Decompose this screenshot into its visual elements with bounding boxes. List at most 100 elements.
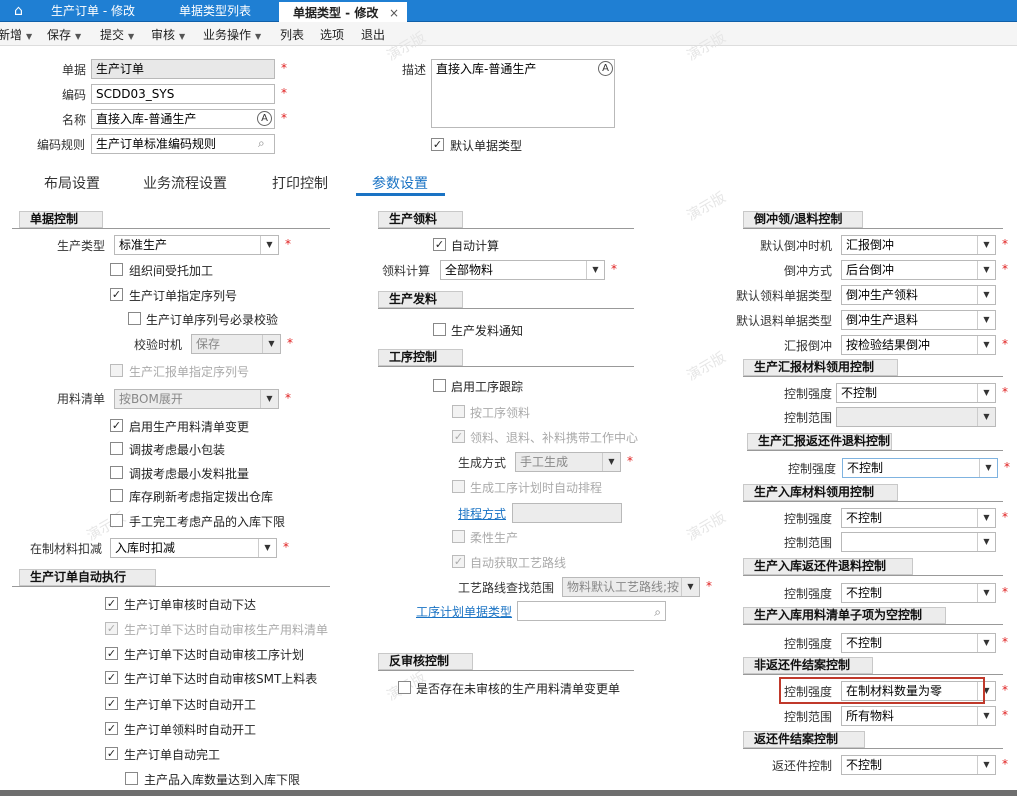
checkbox[interactable]: ✓ xyxy=(105,622,118,635)
checkbox[interactable]: ✓ xyxy=(110,288,123,301)
return-control-select[interactable]: 不控制 ▼ xyxy=(841,755,996,775)
checkbox[interactable]: ✓ xyxy=(433,238,446,251)
control-strength-select[interactable]: 不控制 ▼ xyxy=(841,633,996,653)
name-field[interactable]: 直接入库-普通生产 xyxy=(91,109,275,129)
checkbox[interactable]: ✓ xyxy=(105,671,118,684)
select-value: 不控制 xyxy=(846,511,883,525)
home-icon[interactable]: ⌂ xyxy=(0,0,37,22)
control-scope-select[interactable]: ▼ xyxy=(841,532,996,552)
control-scope-select[interactable]: 所有物料 ▼ xyxy=(841,706,996,726)
checkbox[interactable]: ✓ xyxy=(105,697,118,710)
required-mark: * xyxy=(285,237,291,251)
checkbox[interactable]: ✓ xyxy=(105,647,118,660)
tab-doc-type-list[interactable]: 单据类型列表 xyxy=(165,0,277,22)
rule-field[interactable]: 生产订单标准编码规则 xyxy=(91,134,275,154)
desc-field[interactable]: 直接入库-普通生产 xyxy=(431,59,615,128)
bizop-button[interactable]: 业务操作 ▼ xyxy=(203,26,261,43)
prod-type-value: 标准生产 xyxy=(119,238,168,252)
audit-button[interactable]: 审核 ▼ xyxy=(151,26,185,43)
tab-param[interactable]: 参数设置 xyxy=(372,173,428,193)
wip-label: 在制材料扣减 xyxy=(30,542,103,556)
tab-production-order[interactable]: 生产订单 - 修改 xyxy=(37,0,165,22)
checkbox[interactable] xyxy=(110,263,123,276)
checkbox[interactable] xyxy=(452,530,465,543)
tab-label: 单据类型 - 修改 xyxy=(293,6,379,20)
sched-mode-link[interactable]: 排程方式 xyxy=(458,505,506,522)
submit-button[interactable]: 提交 ▼ xyxy=(100,26,134,43)
required-mark: * xyxy=(1002,385,1008,399)
search-icon[interactable]: ⌕ xyxy=(258,136,265,151)
bom-select[interactable]: 按BOM展开 ▼ xyxy=(114,389,279,409)
default-return-type-select[interactable]: 倒冲生产退料 ▼ xyxy=(841,310,996,330)
checkbox[interactable] xyxy=(125,772,138,785)
tab-doc-type-edit[interactable]: 单据类型 - 修改 × xyxy=(279,0,407,22)
backflush-timing-select[interactable]: 汇报倒冲 ▼ xyxy=(841,235,996,255)
route-scope-value: 物料默认工艺路线;按 xyxy=(567,580,680,594)
checkbox[interactable]: ✓ xyxy=(452,555,465,568)
close-icon[interactable]: × xyxy=(389,2,399,24)
check-label: 柔性生产 xyxy=(470,531,519,545)
code-field[interactable]: SCDD03_SYS xyxy=(91,84,275,104)
control-scope-select[interactable]: ▼ xyxy=(836,407,996,427)
checkbox[interactable]: ✓ xyxy=(105,597,118,610)
checkbox[interactable] xyxy=(110,466,123,479)
checkbox[interactable]: ✓ xyxy=(105,722,118,735)
check-label: 自动计算 xyxy=(451,239,500,253)
checkbox[interactable]: ✓ xyxy=(452,430,465,443)
exit-button[interactable]: 退出 xyxy=(361,26,385,43)
tab-print[interactable]: 打印控制 xyxy=(272,173,328,193)
checkbox[interactable] xyxy=(110,364,123,377)
default-pick-type-select[interactable]: 倒冲生产领料 ▼ xyxy=(841,285,996,305)
checkbox[interactable] xyxy=(110,489,123,502)
list-button[interactable]: 列表 xyxy=(280,26,304,43)
checkbox[interactable]: ✓ xyxy=(105,747,118,760)
control-strength-select[interactable]: 不控制 ▼ xyxy=(836,383,996,403)
gen-mode-select[interactable]: 手工生成 ▼ xyxy=(515,452,621,472)
prod-type-select[interactable]: 标准生产 ▼ xyxy=(114,235,279,255)
chevron-down-icon: ▼ xyxy=(977,261,995,279)
check-label: 调拔考虑最小包装 xyxy=(129,443,226,457)
new-button[interactable]: 新增 ▼ xyxy=(0,26,32,43)
sched-mode-field[interactable] xyxy=(512,503,622,523)
checkbox[interactable] xyxy=(433,323,446,336)
checkbox[interactable] xyxy=(128,312,141,325)
wip-select[interactable]: 入库时扣减 ▼ xyxy=(110,538,277,558)
required-mark: * xyxy=(281,111,287,125)
multilang-icon[interactable]: A xyxy=(598,61,613,76)
checkbox[interactable] xyxy=(110,514,123,527)
required-mark: * xyxy=(1002,635,1008,649)
control-strength-select[interactable]: 不控制 ▼ xyxy=(841,583,996,603)
checkbox[interactable] xyxy=(452,405,465,418)
options-button[interactable]: 选项 xyxy=(320,26,344,43)
multilang-icon[interactable]: A xyxy=(257,111,272,126)
report-backflush-select[interactable]: 按检验结果倒冲 ▼ xyxy=(841,335,996,355)
route-scope-select[interactable]: 物料默认工艺路线;按 ▼ xyxy=(562,577,700,597)
checkbox[interactable] xyxy=(398,681,411,694)
checkbox[interactable] xyxy=(433,379,446,392)
op-plan-type-link[interactable]: 工序计划单据类型 xyxy=(416,603,512,620)
select-value: 后台倒冲 xyxy=(846,263,895,277)
toolbar: 新增 ▼ 保存 ▼ 提交 ▼ 审核 ▼ 业务操作 ▼ 列表 选项 退出 xyxy=(0,22,1017,46)
pick-calc-value: 全部物料 xyxy=(445,263,494,277)
check-time-value: 保存 xyxy=(196,337,221,351)
divider xyxy=(743,501,1003,502)
checkbox[interactable] xyxy=(452,480,465,493)
checkbox[interactable] xyxy=(110,442,123,455)
control-strength-select[interactable]: 不控制 ▼ xyxy=(842,458,998,478)
tab-layout[interactable]: 布局设置 xyxy=(44,173,100,193)
search-icon[interactable]: ⌕ xyxy=(654,603,661,620)
checkbox[interactable]: ✓ xyxy=(110,419,123,432)
backflush-mode-select[interactable]: 后台倒冲 ▼ xyxy=(841,260,996,280)
watermark: 演示版 xyxy=(684,349,729,385)
op-plan-type-field[interactable]: ⌕ xyxy=(517,601,666,621)
required-mark: * xyxy=(283,540,289,554)
check-time-select[interactable]: 保存 ▼ xyxy=(191,334,281,354)
chevron-down-icon: ▼ xyxy=(128,32,135,41)
tab-flow[interactable]: 业务流程设置 xyxy=(143,173,227,193)
chevron-down-icon: ▼ xyxy=(977,236,995,254)
save-button[interactable]: 保存 ▼ xyxy=(47,26,81,43)
control-strength-select[interactable]: 不控制 ▼ xyxy=(841,508,996,528)
pick-calc-select[interactable]: 全部物料 ▼ xyxy=(440,260,605,280)
default-doc-type-checkbox[interactable]: ✓ xyxy=(431,138,444,151)
select-value: 不控制 xyxy=(841,386,878,400)
